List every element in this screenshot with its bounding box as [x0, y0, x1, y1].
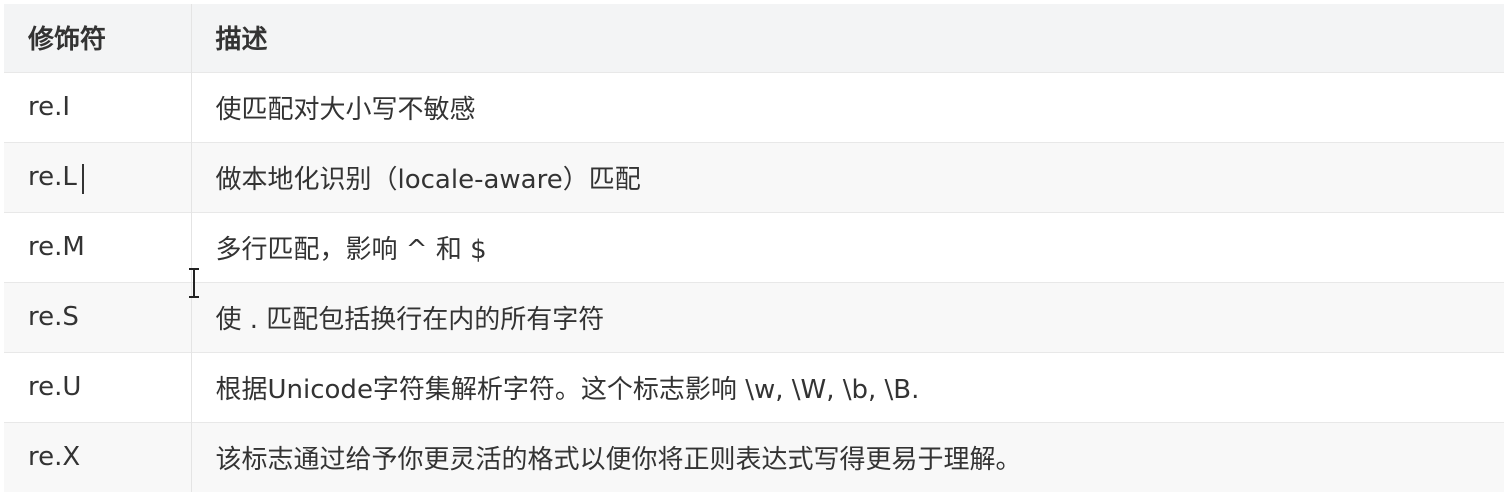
- table-row: re.X 该标志通过给予你更灵活的格式以便你将正则表达式写得更易于理解。: [4, 422, 1504, 492]
- table-row: re.I 使匹配对大小写不敏感: [4, 72, 1504, 142]
- description-cell: 做本地化识别（locale-aware）匹配: [215, 164, 641, 195]
- column-header-description: 描述: [215, 25, 268, 56]
- modifier-cell: re.X: [4, 422, 192, 492]
- modifier-cell: re.U: [4, 352, 192, 422]
- description-cell: 该标志通过给予你更灵活的格式以便你将正则表达式写得更易于理解。: [215, 444, 1022, 475]
- modifier-cell: re.M: [4, 212, 192, 282]
- table-row: re.S 使 . 匹配包括换行在内的所有字符: [4, 282, 1504, 352]
- description-cell: 使匹配对大小写不敏感: [215, 94, 476, 125]
- modifier-cell: re.I: [4, 72, 192, 142]
- text-caret: [82, 164, 84, 194]
- table-header-row: 修饰符 描述: [4, 4, 1504, 72]
- table-row: re.L 做本地化识别（locale-aware）匹配: [4, 142, 1504, 212]
- column-header-modifier: 修饰符: [4, 4, 192, 72]
- table-row: re.M 多行匹配，影响 ^ 和 $: [4, 212, 1504, 282]
- description-cell: 多行匹配，影响 ^ 和 $: [215, 234, 487, 265]
- modifier-cell: re.S: [4, 282, 192, 352]
- modifier-cell: re.L: [4, 142, 192, 212]
- text-cursor-icon: [188, 268, 200, 298]
- regex-flags-table: 修饰符 描述 re.I 使匹配对大小写不敏感 re.L 做本地化识别（local…: [4, 4, 1504, 492]
- description-cell: 使 . 匹配包括换行在内的所有字符: [215, 304, 605, 335]
- flags-table-container: 修饰符 描述 re.I 使匹配对大小写不敏感 re.L 做本地化识别（local…: [4, 4, 1504, 492]
- description-cell: 根据Unicode字符集解析字符。这个标志影响 \w, \W, \b, \B.: [215, 374, 920, 405]
- table-row: re.U 根据Unicode字符集解析字符。这个标志影响 \w, \W, \b,…: [4, 352, 1504, 422]
